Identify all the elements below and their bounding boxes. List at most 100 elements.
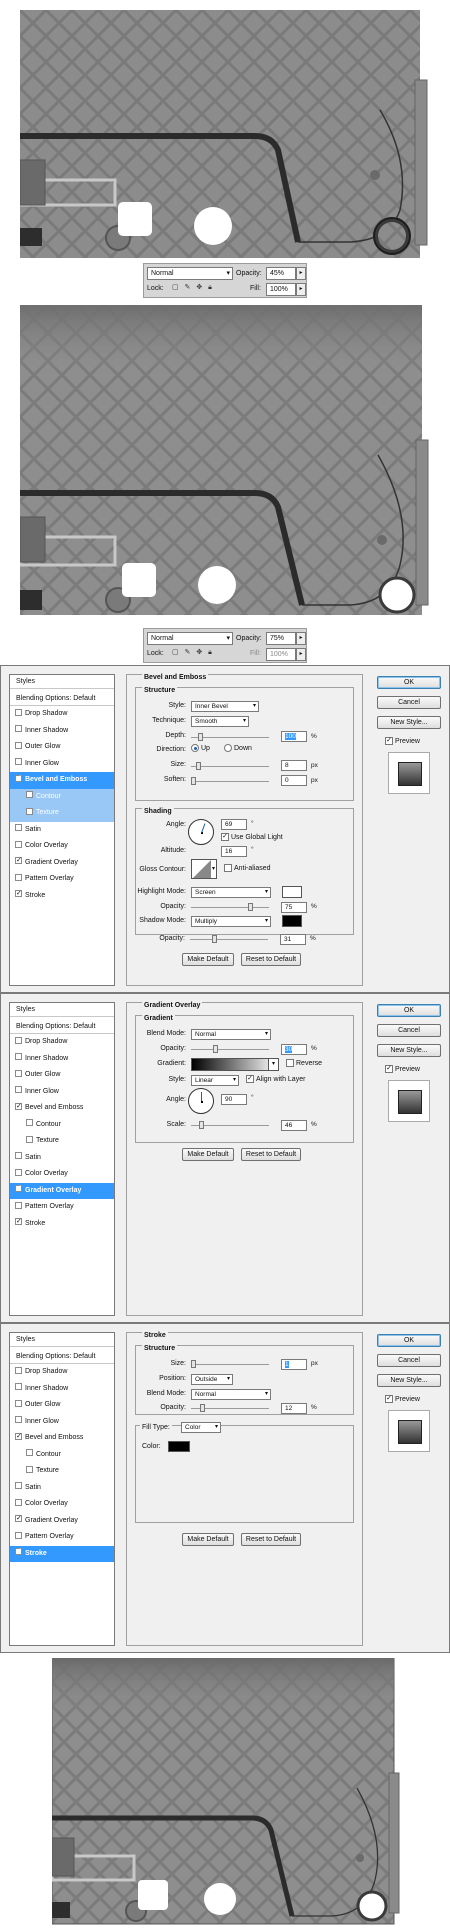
checkmark-icon[interactable]: ✓: [15, 1185, 22, 1193]
blend-mode-select[interactable]: Normal ▾: [147, 267, 233, 280]
size-slider[interactable]: [191, 762, 269, 770]
checkbox-icon[interactable]: [15, 1201, 22, 1209]
blending-options[interactable]: Blending Options: Default: [10, 692, 114, 706]
new-style-button[interactable]: New Style...: [377, 1044, 441, 1057]
checkbox-icon[interactable]: [15, 1069, 22, 1077]
style-pattern-overlay[interactable]: Pattern Overlay: [10, 871, 114, 888]
position-select[interactable]: Outside ▾: [191, 1374, 233, 1385]
slider-thumb[interactable]: [196, 762, 201, 770]
checkbox-icon[interactable]: [15, 1416, 22, 1424]
preview-checkbox[interactable]: ✓ Preview: [385, 1065, 420, 1073]
cancel-button[interactable]: Cancel: [377, 696, 441, 709]
opacity-field[interactable]: 45%: [266, 267, 296, 280]
checkmark-icon[interactable]: ✓: [15, 1515, 22, 1523]
ok-button[interactable]: OK: [377, 1004, 441, 1017]
altitude-input[interactable]: 16: [221, 846, 247, 857]
style-gradient-overlay[interactable]: ✓ Gradient Overlay: [10, 1182, 114, 1199]
style-satin[interactable]: Satin: [10, 1480, 114, 1497]
slider-thumb[interactable]: [191, 777, 196, 785]
checkbox-icon[interactable]: [15, 1086, 22, 1094]
cancel-button[interactable]: Cancel: [377, 1024, 441, 1037]
blend-mode-select[interactable]: Normal ▾: [191, 1389, 271, 1400]
checkbox-icon[interactable]: [15, 741, 22, 749]
style-inner-shadow[interactable]: Inner Shadow: [10, 1381, 114, 1398]
new-style-button[interactable]: New Style...: [377, 1374, 441, 1387]
cancel-button[interactable]: Cancel: [377, 1354, 441, 1367]
checkbox-icon[interactable]: [15, 1498, 22, 1506]
checkbox-icon[interactable]: [15, 1366, 22, 1374]
angle-input[interactable]: 69: [221, 819, 247, 830]
style-stroke[interactable]: ✓ Stroke: [10, 1216, 114, 1233]
style-bevel-emboss[interactable]: ✓ Bevel and Emboss: [10, 772, 114, 789]
fill-field[interactable]: 100%: [266, 648, 296, 661]
global-light-checkbox[interactable]: ✓ Use Global Light: [221, 833, 283, 841]
style-stroke[interactable]: ✓ Stroke: [10, 1545, 114, 1562]
direction-down-radio[interactable]: Down: [224, 744, 252, 752]
checkbox-icon[interactable]: [15, 1152, 22, 1160]
reset-to-default-button[interactable]: Reset to Default: [241, 953, 301, 966]
opacity-slider[interactable]: [191, 1404, 269, 1412]
style-stroke[interactable]: ✓ Stroke: [10, 888, 114, 905]
fill-arrow-button[interactable]: ▸: [296, 648, 306, 661]
slider-thumb[interactable]: [198, 733, 203, 741]
style-drop-shadow[interactable]: Drop Shadow: [10, 1364, 114, 1381]
shadow-opacity-input[interactable]: 31: [280, 934, 306, 945]
checkbox-icon[interactable]: [15, 1399, 22, 1407]
checkbox-icon[interactable]: [26, 1465, 33, 1473]
checkmark-icon[interactable]: ✓: [15, 890, 22, 898]
style-gradient-overlay[interactable]: ✓ Gradient Overlay: [10, 855, 114, 872]
styles-heading[interactable]: Styles: [10, 1003, 114, 1017]
slider-thumb[interactable]: [212, 935, 217, 943]
checkmark-icon[interactable]: ✓: [15, 1432, 22, 1440]
ok-button[interactable]: OK: [377, 676, 441, 689]
angle-dial[interactable]: [188, 1088, 214, 1114]
checkmark-icon[interactable]: ✓: [15, 857, 22, 865]
style-inner-glow[interactable]: Inner Glow: [10, 756, 114, 773]
lock-icons[interactable]: ▢ ✎ ✥ 🔒︎: [172, 283, 214, 292]
gradient-style-select[interactable]: Linear ▾: [191, 1075, 239, 1086]
scale-input[interactable]: 46: [281, 1120, 307, 1131]
reset-to-default-button[interactable]: Reset to Default: [241, 1533, 301, 1546]
scale-slider[interactable]: [191, 1121, 269, 1129]
slider-thumb[interactable]: [191, 1360, 196, 1368]
blend-mode-select[interactable]: Normal ▾: [147, 632, 233, 645]
fill-type-select[interactable]: Color ▾: [181, 1422, 221, 1433]
style-inner-shadow[interactable]: Inner Shadow: [10, 723, 114, 740]
make-default-button[interactable]: Make Default: [182, 1533, 234, 1546]
checkbox-icon[interactable]: [26, 791, 33, 799]
style-texture[interactable]: Texture: [10, 1133, 114, 1150]
reverse-checkbox[interactable]: Reverse: [286, 1059, 322, 1067]
checkbox-icon[interactable]: [26, 1119, 33, 1127]
highlight-opacity-input[interactable]: 75: [281, 902, 307, 913]
styles-heading[interactable]: Styles: [10, 1333, 114, 1347]
opacity-slider[interactable]: [191, 1045, 269, 1053]
style-color-overlay[interactable]: Color Overlay: [10, 1166, 114, 1183]
style-bevel-emboss[interactable]: ✓ Bevel and Emboss: [10, 1430, 114, 1447]
stroke-color-swatch[interactable]: [168, 1441, 190, 1452]
opacity-field[interactable]: 75%: [266, 632, 296, 645]
checkbox-icon[interactable]: [15, 725, 22, 733]
blending-options[interactable]: Blending Options: Default: [10, 1020, 114, 1034]
style-drop-shadow[interactable]: Drop Shadow: [10, 1034, 114, 1051]
gloss-contour-picker[interactable]: ▾: [191, 859, 217, 879]
blending-options[interactable]: Blending Options: Default: [10, 1350, 114, 1364]
checkbox-icon[interactable]: [15, 1053, 22, 1061]
depth-slider[interactable]: [191, 733, 269, 741]
preview-checkbox[interactable]: ✓ Preview: [385, 1395, 420, 1403]
shadow-opacity-slider[interactable]: [190, 935, 268, 943]
highlight-color-swatch[interactable]: [282, 886, 302, 898]
checkbox-icon[interactable]: [15, 840, 22, 848]
style-texture[interactable]: Texture: [10, 805, 114, 822]
soften-input[interactable]: 0: [281, 775, 307, 786]
size-input[interactable]: 8: [281, 760, 307, 771]
make-default-button[interactable]: Make Default: [182, 1148, 234, 1161]
direction-up-radio[interactable]: Up: [191, 744, 210, 752]
style-texture[interactable]: Texture: [10, 1463, 114, 1480]
slider-thumb[interactable]: [199, 1121, 204, 1129]
checkbox-icon[interactable]: [15, 1036, 22, 1044]
align-with-layer-checkbox[interactable]: ✓ Align with Layer: [246, 1075, 305, 1083]
anti-aliased-checkbox[interactable]: Anti-aliased: [224, 864, 271, 872]
angle-input[interactable]: 90: [221, 1094, 247, 1105]
checkbox-icon[interactable]: [15, 824, 22, 832]
ok-button[interactable]: OK: [377, 1334, 441, 1347]
